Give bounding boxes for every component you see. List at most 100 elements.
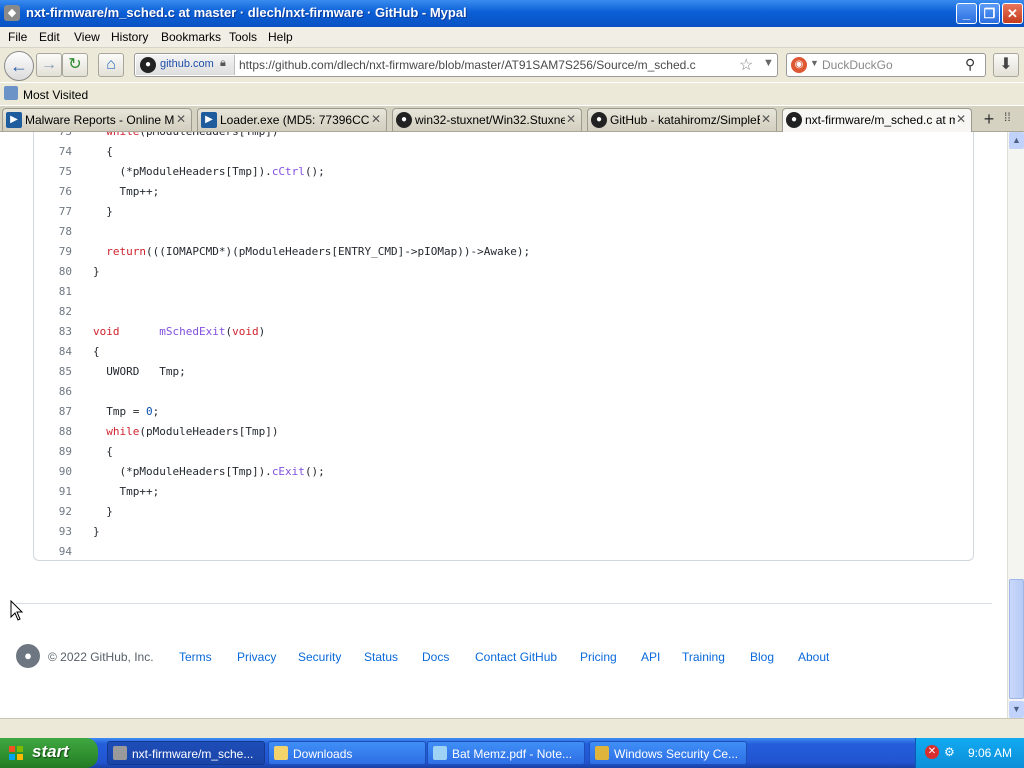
- list-all-tabs-icon[interactable]: ⁞⁞: [1004, 110, 1011, 124]
- arrow-left-icon: ←: [10, 56, 28, 76]
- duckduckgo-icon[interactable]: ◉: [791, 57, 807, 73]
- network-icon[interactable]: ⚙: [944, 745, 958, 759]
- forward-button[interactable]: →: [36, 53, 62, 77]
- line-number[interactable]: 83: [40, 325, 72, 338]
- window-titlebar[interactable]: ◆ nxt-firmware/m_sched.c at master · dle…: [0, 0, 1024, 27]
- menu-help[interactable]: Help: [268, 30, 293, 44]
- line-number[interactable]: 78: [40, 225, 72, 238]
- tab-simplebrowser[interactable]: ● GitHub - katahiromz/SimpleBr... ✕: [587, 108, 777, 131]
- line-number[interactable]: 94: [40, 545, 72, 558]
- footer-link-blog[interactable]: Blog: [750, 650, 774, 664]
- code-token: (((IOMAPCMD*)(pModuleHeaders[ENTRY_CMD]-…: [146, 245, 531, 258]
- taskbar-item-security-center[interactable]: Windows Security Ce...: [589, 741, 747, 765]
- line-number[interactable]: 74: [40, 145, 72, 158]
- footer-link-training[interactable]: Training: [682, 650, 725, 664]
- url-dropdown-icon[interactable]: ▼: [763, 57, 774, 69]
- minimize-button[interactable]: _: [956, 3, 977, 24]
- footer-link-status[interactable]: Status: [364, 650, 398, 664]
- lock-icon: 🔒︎: [220, 57, 226, 69]
- footer-link-security[interactable]: Security: [298, 650, 341, 664]
- search-box[interactable]: ◉ ▼ DuckDuckGo ⚲: [786, 53, 986, 77]
- downloads-button[interactable]: ⬇: [993, 53, 1019, 77]
- code-token: (pModuleHeaders[Tmp]): [139, 425, 279, 438]
- scrollbar-thumb[interactable]: [1009, 579, 1024, 699]
- footer-link-api[interactable]: API: [641, 650, 660, 664]
- taskbar-item-label: Windows Security Ce...: [614, 747, 739, 761]
- menu-history[interactable]: History: [111, 30, 148, 44]
- tab-nxt-firmware[interactable]: ● nxt-firmware/m_sched.c at m... ✕: [782, 108, 972, 132]
- footer-link-privacy[interactable]: Privacy: [237, 650, 276, 664]
- windows-flag-icon: [9, 746, 23, 760]
- tab-close-icon[interactable]: ✕: [176, 112, 186, 126]
- line-number[interactable]: 82: [40, 305, 72, 318]
- line-number[interactable]: 90: [40, 465, 72, 478]
- url-bar[interactable]: ● github.com 🔒︎ https://github.com/dlech…: [134, 53, 778, 77]
- reload-icon: ↻: [68, 56, 82, 73]
- bookmark-star-icon[interactable]: ☆: [739, 55, 753, 75]
- menu-file[interactable]: File: [8, 30, 27, 44]
- github-logo-icon[interactable]: ●: [16, 644, 40, 668]
- line-number[interactable]: 75: [40, 165, 72, 178]
- taskbar-item-downloads[interactable]: Downloads: [268, 741, 426, 765]
- menu-tools[interactable]: Tools: [229, 30, 257, 44]
- bookmark-most-visited[interactable]: Most Visited: [23, 88, 88, 102]
- line-number[interactable]: 81: [40, 285, 72, 298]
- footer-link-contact-github[interactable]: Contact GitHub: [475, 650, 557, 664]
- footer-copyright: © 2022 GitHub, Inc.: [48, 650, 154, 664]
- notepad-icon: [433, 746, 447, 760]
- line-number[interactable]: 73: [40, 132, 72, 138]
- line-number[interactable]: 89: [40, 445, 72, 458]
- tab-close-icon[interactable]: ✕: [761, 112, 771, 126]
- line-number[interactable]: 87: [40, 405, 72, 418]
- code-token: Tmp++;: [93, 485, 160, 498]
- menu-bookmarks[interactable]: Bookmarks: [161, 30, 221, 44]
- tab-win32-stuxnet[interactable]: ● win32-stuxnet/Win32.Stuxne... ✕: [392, 108, 582, 131]
- line-number[interactable]: 86: [40, 385, 72, 398]
- line-number[interactable]: 84: [40, 345, 72, 358]
- taskbar-clock[interactable]: 9:06 AM: [968, 746, 1012, 760]
- line-number[interactable]: 79: [40, 245, 72, 258]
- start-button[interactable]: start: [0, 738, 98, 768]
- tab-close-icon[interactable]: ✕: [566, 112, 576, 126]
- url-text[interactable]: https://github.com/dlech/nxt-firmware/bl…: [239, 58, 696, 72]
- menu-view[interactable]: View: [74, 30, 100, 44]
- line-number[interactable]: 92: [40, 505, 72, 518]
- back-button[interactable]: ←: [4, 51, 34, 81]
- line-number[interactable]: 80: [40, 265, 72, 278]
- line-number[interactable]: 76: [40, 185, 72, 198]
- restore-button[interactable]: ❐: [979, 3, 1000, 24]
- new-tab-button[interactable]: +: [976, 108, 1002, 130]
- footer-link-about[interactable]: About: [798, 650, 829, 664]
- code-line: return(((IOMAPCMD*)(pModuleHeaders[ENTRY…: [93, 245, 530, 258]
- tab-close-icon[interactable]: ✕: [956, 112, 966, 126]
- tab-malware-reports[interactable]: ▶ Malware Reports - Online Mal... ✕: [2, 108, 192, 131]
- tab-close-icon[interactable]: ✕: [371, 112, 381, 126]
- search-engine-dropdown-icon[interactable]: ▼: [810, 58, 819, 68]
- mouse-cursor-icon: [10, 600, 24, 621]
- menu-edit[interactable]: Edit: [39, 30, 60, 44]
- scroll-up-arrow-icon[interactable]: ▲: [1009, 132, 1024, 149]
- search-icon[interactable]: ⚲: [965, 56, 975, 73]
- line-number[interactable]: 91: [40, 485, 72, 498]
- code-line: Tmp++;: [93, 185, 159, 198]
- code-viewer: [33, 132, 974, 561]
- footer-link-terms[interactable]: Terms: [179, 650, 212, 664]
- security-alert-icon[interactable]: ✕: [925, 745, 939, 759]
- line-number[interactable]: 88: [40, 425, 72, 438]
- footer-link-docs[interactable]: Docs: [422, 650, 449, 664]
- line-number[interactable]: 85: [40, 365, 72, 378]
- tab-loader-exe[interactable]: ▶ Loader.exe (MD5: 77396CCF... ✕: [197, 108, 387, 131]
- taskbar-item-notepad[interactable]: Bat Memz.pdf - Note...: [427, 741, 585, 765]
- line-number[interactable]: 93: [40, 525, 72, 538]
- site-identity[interactable]: ● github.com 🔒︎: [136, 55, 235, 75]
- taskbar-item-mypal[interactable]: nxt-firmware/m_sche...: [107, 741, 265, 765]
- footer-link-pricing[interactable]: Pricing: [580, 650, 617, 664]
- home-button[interactable]: ⌂: [98, 53, 124, 77]
- reload-button[interactable]: ↻: [62, 53, 88, 77]
- vertical-scrollbar[interactable]: ▲ ▼: [1007, 132, 1024, 718]
- scroll-down-arrow-icon[interactable]: ▼: [1009, 701, 1024, 718]
- close-window-button[interactable]: ✕: [1002, 3, 1023, 24]
- line-number[interactable]: 77: [40, 205, 72, 218]
